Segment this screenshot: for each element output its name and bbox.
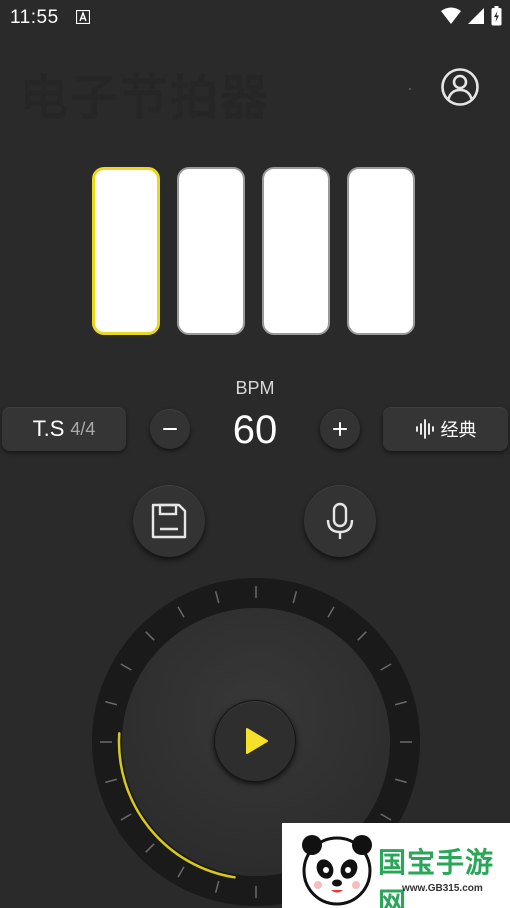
- time-signature-value: 4/4: [70, 418, 96, 439]
- user-circle-icon[interactable]: [440, 67, 480, 107]
- time-signature-label: T.S: [32, 416, 65, 441]
- panda-logo-icon: [302, 835, 372, 906]
- ad-banner[interactable]: 国宝手游网 www.GB315.com: [282, 823, 510, 908]
- status-bar: 11:55: [0, 0, 510, 36]
- page-title: 电子节拍器: [20, 70, 271, 126]
- beat-pad-4[interactable]: [347, 167, 415, 335]
- waveform-icon: [415, 419, 434, 439]
- microphone-icon: [326, 502, 354, 539]
- beat-indicators: [92, 167, 415, 335]
- status-time: 11:55: [10, 7, 59, 28]
- wifi-icon: [441, 7, 461, 24]
- beat-pad-2[interactable]: [177, 167, 245, 335]
- decrease-bpm-button[interactable]: [150, 409, 190, 449]
- save-button[interactable]: [133, 485, 205, 557]
- bpm-label: BPM: [235, 378, 275, 398]
- battery-icon: [491, 6, 502, 26]
- beat-pad-1[interactable]: [92, 167, 160, 335]
- minus-icon: [163, 428, 177, 430]
- sound-type-button[interactable]: 经典: [383, 407, 508, 451]
- signal-icon: [468, 8, 484, 24]
- decorative-dot: [409, 88, 411, 90]
- ad-brand-text: 国宝手游网: [378, 846, 495, 908]
- plus-icon: [333, 422, 347, 436]
- sound-type-label: 经典: [440, 420, 477, 440]
- time-signature-button[interactable]: T.S 4/4: [2, 407, 126, 451]
- increase-bpm-button[interactable]: [320, 409, 360, 449]
- play-button[interactable]: [214, 700, 296, 782]
- beat-pad-3[interactable]: [262, 167, 330, 335]
- play-icon: [246, 728, 268, 754]
- floppy-disk-icon: [151, 503, 187, 539]
- notification-a-icon: [76, 10, 90, 24]
- status-icons: [441, 6, 502, 26]
- tap-tempo-mic-button[interactable]: [304, 485, 376, 557]
- ad-url-text: www.GB315.com: [402, 883, 483, 894]
